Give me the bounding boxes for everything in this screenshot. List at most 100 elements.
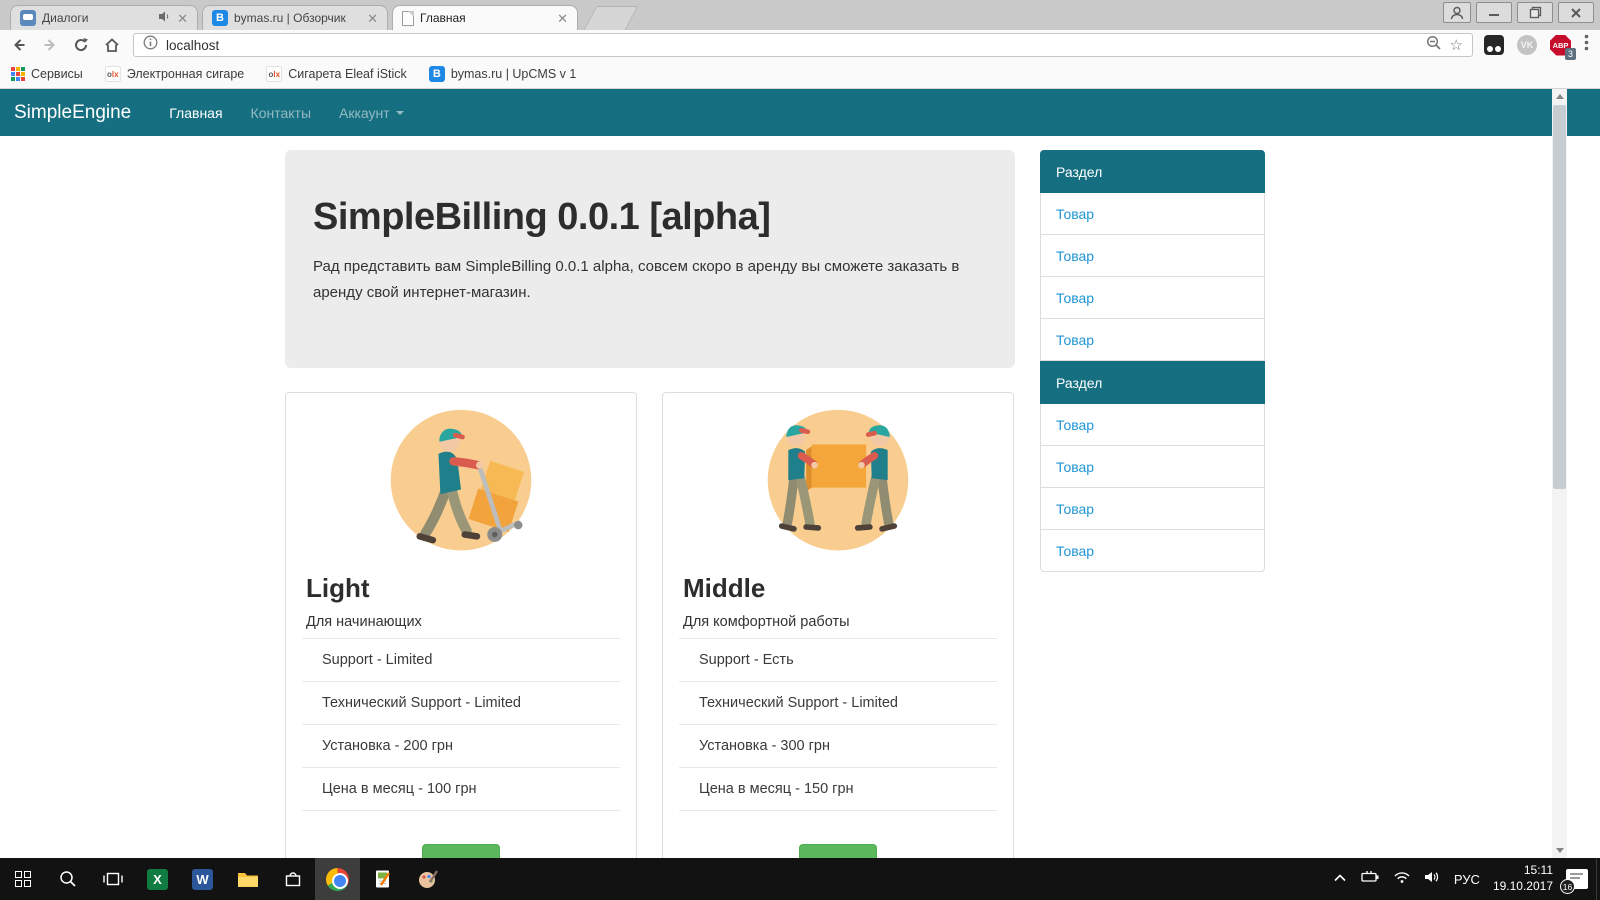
bookmark-bymas[interactable]: B bymas.ru | UpCMS v 1 [429, 66, 577, 82]
home-icon[interactable] [102, 35, 122, 55]
tab-dialogs[interactable]: Диалоги ✕ [10, 5, 198, 30]
taskbar-word-button[interactable]: W [180, 858, 225, 900]
extensions-row: VK ABP 3 [1484, 34, 1591, 56]
close-window-button[interactable] [1558, 2, 1594, 23]
wifi-icon[interactable] [1393, 870, 1411, 889]
plan-features: Support - Есть Технический Support - Lim… [679, 638, 997, 811]
nav-item-home[interactable]: Главная [155, 105, 236, 121]
feature-item: Установка - 300 грн [679, 724, 997, 767]
taskbar-search-button[interactable] [45, 858, 90, 900]
action-center-icon[interactable]: 16 [1566, 869, 1588, 889]
close-tab-icon[interactable]: ✕ [367, 12, 378, 25]
bookmark-star-icon[interactable]: ☆ [1450, 38, 1463, 53]
chevron-down-icon [396, 111, 404, 115]
taskbar-paint-button[interactable] [405, 858, 450, 900]
windows-logo-icon [15, 871, 31, 887]
jumbotron: SimpleBilling 0.0.1 [alpha] Рад представ… [285, 150, 1015, 368]
plan-features: Support - Limited Технический Support - … [302, 638, 620, 811]
page-info-icon[interactable] [143, 35, 158, 55]
scroll-up-icon[interactable] [1552, 89, 1567, 104]
minimize-button[interactable] [1476, 2, 1512, 23]
bymas-favicon: B [429, 66, 445, 82]
bookmark-label: Сигарета Eleaf iStick [288, 67, 407, 81]
sidebar-item-product[interactable]: Товар [1040, 530, 1265, 572]
page-scrollbar[interactable] [1552, 89, 1567, 858]
windows-taskbar: X W [0, 858, 1600, 900]
delivery-man-illustration [386, 407, 536, 557]
sidebar-item-product[interactable]: Товар [1040, 277, 1265, 319]
sidebar-item-product[interactable]: Товар [1040, 235, 1265, 277]
close-tab-icon[interactable]: ✕ [177, 12, 188, 25]
editor-icon [373, 869, 393, 889]
order-button[interactable] [422, 844, 500, 858]
extension-dark-icon[interactable] [1484, 35, 1504, 55]
taskbar-editor-button[interactable] [360, 858, 405, 900]
task-view-button[interactable] [90, 858, 135, 900]
browser-tab-strip: Диалоги ✕ B bymas.ru | Обзорчик ✕ Главна… [0, 0, 1600, 30]
category-sidebar: Раздел Товар Товар Товар Товар Раздел То… [1040, 150, 1265, 572]
zoom-level-icon[interactable] [1426, 35, 1442, 56]
bookmark-label: Электронная сигаре [127, 67, 244, 81]
adblock-plus-icon[interactable]: ABP 3 [1550, 35, 1571, 56]
browser-menu-icon[interactable] [1584, 34, 1589, 56]
sidebar-section-header: Раздел [1040, 361, 1265, 404]
clock-date: 19.10.2017 [1493, 879, 1553, 895]
sidebar-item-product[interactable]: Товар [1040, 446, 1265, 488]
tab-audio-icon[interactable] [158, 10, 171, 26]
back-icon[interactable] [9, 35, 29, 55]
plan-card-middle: Middle Для комфортной работы Support - Е… [662, 392, 1014, 858]
taskbar-chrome-button[interactable] [315, 858, 360, 900]
show-desktop-button[interactable] [1596, 858, 1600, 900]
tab-bymas[interactable]: B bymas.ru | Обзорчик ✕ [202, 5, 388, 30]
search-icon [59, 870, 77, 888]
vk-extension-icon[interactable]: VK [1517, 35, 1537, 55]
battery-charging-icon[interactable] [1360, 870, 1380, 889]
close-tab-icon[interactable]: ✕ [557, 12, 568, 25]
bookmark-cigarette[interactable]: olx Электронная сигаре [105, 66, 244, 82]
tray-chevron-icon[interactable] [1333, 870, 1347, 888]
nav-item-contacts[interactable]: Контакты [237, 105, 325, 121]
language-indicator[interactable]: РУС [1454, 872, 1480, 887]
bookmark-eleaf[interactable]: olx Сигарета Eleaf iStick [266, 66, 407, 82]
tab-glavnaya[interactable]: Главная ✕ [392, 5, 578, 30]
bookmark-services[interactable]: Сервисы [11, 67, 83, 81]
scrollbar-thumb[interactable] [1553, 105, 1566, 489]
system-tray: РУС 15:11 19.10.2017 16 [1333, 863, 1600, 894]
sidebar-item-product[interactable]: Товар [1040, 319, 1265, 361]
sidebar-item-product[interactable]: Товар [1040, 193, 1265, 235]
forward-icon[interactable] [40, 35, 60, 55]
two-movers-illustration [763, 407, 913, 557]
taskbar-explorer-button[interactable] [225, 858, 270, 900]
nav-item-account[interactable]: Аккаунт [325, 105, 418, 121]
site-brand[interactable]: SimpleEngine [14, 102, 131, 124]
plan-name: Light [306, 573, 636, 604]
nav-label: Главная [169, 105, 222, 121]
chrome-icon [326, 868, 349, 891]
notification-badge: 16 [1560, 879, 1575, 894]
taskbar-clock[interactable]: 15:11 19.10.2017 [1493, 863, 1553, 894]
tab-title: Диалоги [42, 11, 152, 25]
start-button[interactable] [0, 858, 45, 900]
excel-icon: X [147, 869, 168, 890]
pricing-cards: Light Для начинающих Support - Limited Т… [285, 392, 1014, 858]
profile-button[interactable] [1443, 2, 1471, 23]
volume-icon[interactable] [1424, 870, 1441, 889]
address-bar[interactable]: localhost ☆ [133, 33, 1473, 57]
nav-label: Аккаунт [339, 105, 390, 121]
feature-item: Support - Есть [679, 638, 997, 681]
reload-icon[interactable] [71, 35, 91, 55]
taskbar-store-button[interactable] [270, 858, 315, 900]
taskbar-excel-button[interactable]: X [135, 858, 180, 900]
tab-title: Главная [420, 11, 551, 25]
url-text[interactable]: localhost [166, 38, 1418, 53]
plan-name: Middle [683, 573, 1013, 604]
scroll-down-icon[interactable] [1552, 843, 1567, 858]
order-button[interactable] [799, 844, 877, 858]
feature-item: Установка - 200 грн [302, 724, 620, 767]
maximize-button[interactable] [1517, 2, 1553, 23]
browser-toolbar: localhost ☆ VK ABP 3 [0, 30, 1600, 60]
sidebar-item-product[interactable]: Товар [1040, 404, 1265, 446]
olx-favicon: olx [105, 66, 121, 82]
sidebar-item-product[interactable]: Товар [1040, 488, 1265, 530]
new-tab-button[interactable] [584, 6, 639, 30]
